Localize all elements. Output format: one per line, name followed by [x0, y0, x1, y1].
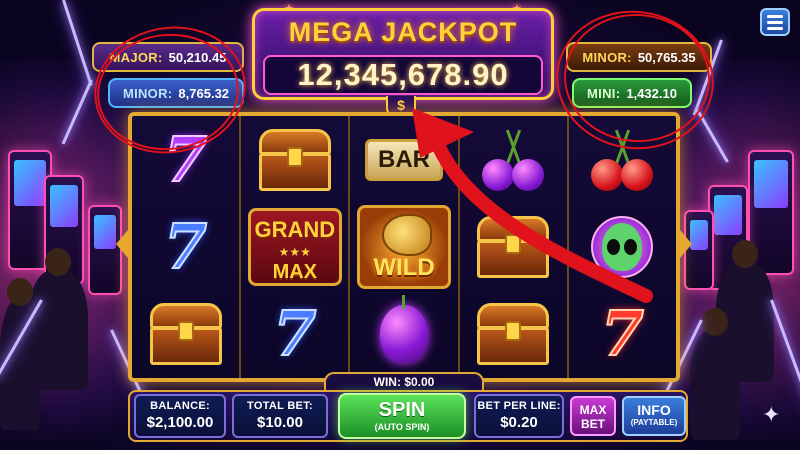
- plum-symbol: [380, 295, 428, 364]
- mega-jackpot-value: 12,345,678.90: [263, 55, 543, 95]
- grand-max-symbol: GRAND ★★★ MAX: [247, 207, 342, 286]
- total-bet-label: TOTAL BET:: [247, 400, 313, 412]
- reel-2: GRAND ★★★ MAX 7: [241, 116, 351, 378]
- symbol-cell: [350, 291, 457, 378]
- symbol-cell: BAR: [350, 116, 457, 203]
- bet-per-line-label: BET PER LINE:: [477, 400, 561, 412]
- reel-1: 7 7: [132, 116, 242, 378]
- minor-jackpot-right-value: 50,765.35: [637, 49, 696, 65]
- treasure-chest-symbol: [149, 303, 222, 366]
- minor-jackpot-left-value: 8,765.32: [178, 85, 230, 101]
- symbol-cell: [460, 291, 567, 378]
- info-paytable-button[interactable]: INFO (PAYTABLE): [622, 396, 686, 436]
- symbol-cell: 7: [132, 203, 239, 290]
- purple-seven-symbol: 7: [163, 122, 208, 196]
- alien-symbol: [591, 215, 654, 278]
- max-bet-button[interactable]: MAX BET: [570, 396, 616, 436]
- hamburger-menu-icon[interactable]: [760, 8, 790, 36]
- blue-seven-symbol: 7: [163, 209, 208, 283]
- reel-5: 7: [569, 116, 676, 378]
- symbol-cell: 7: [569, 291, 676, 378]
- sparkle-icon: ✦: [762, 402, 781, 427]
- symbol-cell: [569, 116, 676, 203]
- win-value: $0.00: [404, 375, 435, 389]
- major-jackpot-label: MAJOR:: [109, 49, 163, 65]
- wild-label: WILD: [373, 253, 435, 281]
- bet-per-line-display[interactable]: BET PER LINE: $0.20: [474, 394, 564, 438]
- minor-jackpot-right-label: MINOR:: [582, 49, 632, 65]
- symbol-cell: WILD: [350, 203, 457, 290]
- treasure-chest-symbol: [477, 215, 550, 278]
- win-label: WIN:: [373, 375, 401, 389]
- symbol-cell: GRAND ★★★ MAX: [241, 203, 348, 290]
- paytable-label: (PAYTABLE): [630, 418, 678, 427]
- background-patron: [690, 308, 740, 440]
- symbol-cell: [460, 116, 567, 203]
- total-bet-display: TOTAL BET: $10.00: [232, 394, 328, 438]
- balance-value: $2,100.00: [146, 414, 214, 431]
- dragon-wild-symbol: WILD: [357, 204, 451, 289]
- symbol-cell: 7: [132, 116, 239, 203]
- spin-label: SPIN: [378, 399, 426, 421]
- max-label: MAX: [272, 260, 318, 283]
- info-label: INFO: [637, 402, 671, 418]
- minor-jackpot-left-label: MINOR:: [122, 85, 173, 101]
- max-bet-label-2: BET: [581, 417, 605, 431]
- major-jackpot-panel: MAJOR: 50,210.45: [92, 42, 244, 72]
- balance-display: BALANCE: $2,100.00: [134, 394, 226, 438]
- total-bet-value: $10.00: [257, 414, 303, 431]
- mini-jackpot-panel: MINI: 1,432.10: [572, 78, 692, 108]
- minor-jackpot-right-panel: MINOR: 50,765.35: [566, 42, 712, 72]
- mini-jackpot-label: MINI:: [587, 85, 621, 101]
- minor-jackpot-left-panel: MINOR: 8,765.32: [108, 78, 244, 108]
- symbol-cell: [132, 291, 239, 378]
- red-cherries-symbol: [587, 129, 657, 191]
- grand-label: GRAND: [254, 216, 336, 242]
- win-display: WIN: $0.00: [324, 372, 484, 392]
- bar-symbol: BAR: [365, 138, 443, 181]
- mega-jackpot-marquee: MEGA JACKPOT 12,345,678.90: [252, 8, 554, 100]
- reel-right-arrow-icon: [680, 230, 692, 258]
- bet-per-line-value: $0.20: [500, 414, 538, 431]
- slot-reels: 7 7 GRAND ★★★ MAX 7 BAR WILD 7: [128, 112, 680, 382]
- max-bet-label-1: MAX: [579, 403, 607, 417]
- dragon-icon: [382, 213, 432, 256]
- major-jackpot-value: 50,210.45: [168, 49, 227, 65]
- purple-cherries-symbol: [478, 129, 548, 191]
- reel-left-arrow-icon: [116, 230, 128, 258]
- blue-seven-symbol: 7: [272, 297, 317, 371]
- mini-jackpot-value: 1,432.10: [626, 85, 677, 101]
- spin-button[interactable]: SPIN (AUTO SPIN): [338, 393, 466, 439]
- balance-label: BALANCE:: [150, 400, 210, 412]
- symbol-cell: [569, 203, 676, 290]
- background-patron: [0, 278, 40, 430]
- mega-jackpot-title: MEGA JACKPOT: [288, 17, 518, 47]
- treasure-chest-symbol: [258, 128, 331, 191]
- symbol-cell: [460, 203, 567, 290]
- reel-3: BAR WILD: [350, 116, 460, 378]
- treasure-chest-symbol: [477, 303, 550, 366]
- reel-4: [460, 116, 569, 378]
- symbol-cell: [241, 116, 348, 203]
- auto-spin-label: (AUTO SPIN): [374, 422, 430, 432]
- symbol-cell: 7: [241, 291, 348, 378]
- red-seven-symbol: 7: [600, 297, 645, 371]
- grand-stars: ★★★: [278, 244, 311, 259]
